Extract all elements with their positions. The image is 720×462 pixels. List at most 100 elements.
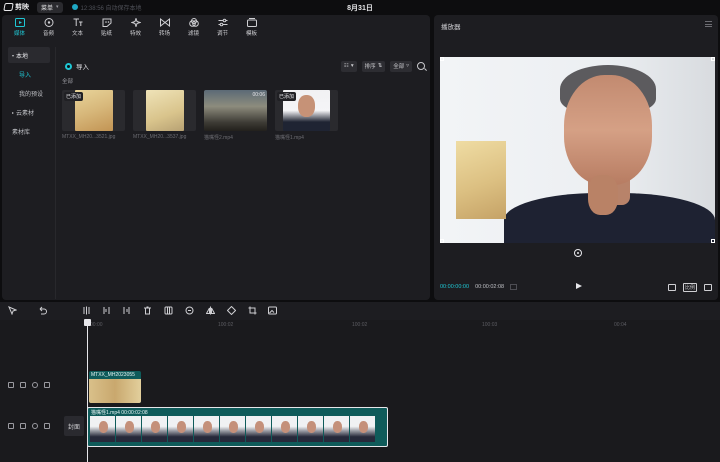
- split-icon[interactable]: [82, 306, 91, 315]
- reverse-icon[interactable]: [185, 306, 194, 315]
- play-icon[interactable]: [576, 283, 582, 289]
- tab-filter[interactable]: 滤镜: [181, 17, 206, 37]
- media-name: 猫嘴怪2.mp4: [204, 135, 233, 141]
- media-item[interactable]: 已添加 MTXX_MH20...3521.jpg: [62, 90, 125, 141]
- tab-label: 模板: [245, 31, 257, 37]
- ruler-label: 100:02: [352, 322, 368, 328]
- title-bar: 剪映 菜单 ▾ 12:38:56 自动保存本地 8月31日: [0, 0, 720, 14]
- video-subject-hand: [588, 175, 618, 215]
- rotate-handle-icon[interactable]: [574, 249, 582, 257]
- undo-icon[interactable]: [38, 306, 47, 315]
- sort-button[interactable]: 排序 ⇅: [361, 60, 386, 72]
- menu-button[interactable]: 菜单 ▾: [37, 1, 63, 13]
- tab-label: 文本: [71, 31, 83, 37]
- filter-button[interactable]: 全部 ▿: [390, 60, 412, 72]
- caret-down-icon: ▾: [12, 52, 15, 58]
- added-badge: 已添加: [64, 92, 84, 101]
- tab-label: 调节: [216, 31, 228, 37]
- search-icon[interactable]: [417, 62, 425, 70]
- image-edit-icon[interactable]: [268, 306, 277, 315]
- tab-effects[interactable]: 特效: [123, 17, 148, 37]
- sidebar-item-local[interactable]: ▾ 本地: [8, 47, 50, 63]
- overlay-clip[interactable]: MTXX_MH2023055: [89, 371, 141, 403]
- selection-handle[interactable]: [711, 239, 715, 243]
- timeline-ruler[interactable]: 00:00 100:02 100:02 100:03 00:04: [86, 322, 720, 331]
- tab-transition[interactable]: 转场: [152, 17, 177, 37]
- video-preview[interactable]: [440, 57, 715, 243]
- media-panel: 媒体 音频 文本 贴纸 特效 转场 滤镜 调节 模板 ▾ 本地 导入 我的预设 …: [2, 15, 430, 300]
- filmstrip-frame: [90, 416, 116, 442]
- rotate-icon[interactable]: [227, 306, 236, 315]
- ruler-label: 00:04: [614, 322, 627, 328]
- player-panel: 播放器 00:00:00:00 00:00:02:08 比例: [434, 15, 718, 300]
- split-right-icon[interactable]: [122, 306, 131, 315]
- hamburger-icon[interactable]: [705, 21, 712, 29]
- transition-icon: [159, 17, 170, 27]
- filmstrip-frame: [272, 416, 298, 442]
- track-toggle-icon[interactable]: [8, 423, 14, 429]
- media-thumbnail[interactable]: [133, 90, 196, 131]
- speaker-icon[interactable]: [44, 423, 50, 429]
- speaker-icon[interactable]: [44, 382, 50, 388]
- main-clip[interactable]: 猫嘴怪1.mp4 00:00:02:08: [87, 407, 388, 447]
- overlay-image[interactable]: [456, 141, 506, 219]
- fit-screen-icon[interactable]: [667, 283, 676, 291]
- track-toggle-icon[interactable]: [8, 382, 14, 388]
- eye-icon[interactable]: [32, 423, 38, 429]
- tab-media[interactable]: 媒体: [7, 17, 32, 37]
- filmstrip-frame: [298, 416, 324, 442]
- sidebar-item-import[interactable]: 导入: [8, 66, 50, 82]
- sticker-icon: [101, 17, 112, 27]
- import-button[interactable]: 导入: [65, 61, 89, 71]
- crop-icon[interactable]: [248, 306, 257, 315]
- duration-label: 00:06: [252, 92, 265, 98]
- player-controls: 00:00:00:00 00:00:02:08 比例: [440, 281, 712, 293]
- lock-icon[interactable]: [20, 423, 26, 429]
- media-thumbnail[interactable]: 00:06: [204, 90, 267, 131]
- selection-handle[interactable]: [440, 57, 444, 61]
- fullscreen-icon[interactable]: [704, 283, 712, 291]
- playhead[interactable]: [87, 320, 88, 462]
- tab-text[interactable]: 文本: [65, 17, 90, 37]
- select-pointer-icon[interactable]: [8, 306, 17, 315]
- clip-label: 猫嘴怪1.mp4 00:00:02:08: [91, 410, 148, 416]
- sidebar-item-label: 本地: [16, 53, 29, 60]
- tab-sticker[interactable]: 贴纸: [94, 17, 119, 37]
- filmstrip-frame: [246, 416, 272, 442]
- media-item[interactable]: MTXX_MH20...3537.jpg: [133, 90, 196, 141]
- effects-icon: [130, 17, 141, 27]
- clip-thumbnail: [89, 379, 141, 403]
- sidebar-item-my-presets[interactable]: 我的预设: [8, 85, 50, 101]
- split-left-icon[interactable]: [102, 306, 111, 315]
- freeze-frame-icon[interactable]: [164, 306, 173, 315]
- selection-handle[interactable]: [440, 239, 444, 243]
- view-mode-button[interactable]: ☷ ▾: [340, 60, 357, 72]
- tab-adjust[interactable]: 调节: [210, 17, 235, 37]
- import-icon: [65, 62, 72, 70]
- media-item[interactable]: 已添加 猫嘴怪1.mp4: [275, 90, 338, 141]
- delete-icon[interactable]: [143, 306, 152, 315]
- logo-icon: [3, 3, 14, 11]
- grid-icon[interactable]: [510, 284, 518, 290]
- import-label: 导入: [76, 64, 89, 71]
- selection-handle[interactable]: [711, 57, 715, 61]
- funnel-icon: ▿: [406, 63, 409, 69]
- tab-template[interactable]: 模板: [239, 17, 264, 37]
- overlay-track-controls: [8, 382, 50, 388]
- sidebar-item-library[interactable]: 素材库: [8, 123, 50, 139]
- media-content: 导入 ☷ ▾ 排序 ⇅ 全部 ▿ 全部 已添加 MTXX_MH20...3521…: [60, 59, 426, 141]
- media-thumbnail[interactable]: 已添加: [62, 90, 125, 131]
- eye-icon[interactable]: [32, 382, 38, 388]
- project-title[interactable]: 8月31日: [347, 3, 373, 13]
- cover-button[interactable]: 封面: [64, 416, 84, 436]
- playhead-handle[interactable]: [84, 319, 91, 326]
- tab-audio[interactable]: 音频: [36, 17, 61, 37]
- mirror-icon[interactable]: [206, 306, 215, 315]
- sidebar-item-cloud[interactable]: ▸ 云素材: [8, 104, 50, 120]
- sidebar-item-label: 我的预设: [19, 91, 44, 98]
- lock-icon[interactable]: [20, 382, 26, 388]
- media-item[interactable]: 00:06 猫嘴怪2.mp4: [204, 90, 267, 141]
- ratio-button[interactable]: 比例: [682, 282, 697, 292]
- tab-label: 贴纸: [100, 31, 112, 37]
- media-thumbnail[interactable]: 已添加: [275, 90, 338, 131]
